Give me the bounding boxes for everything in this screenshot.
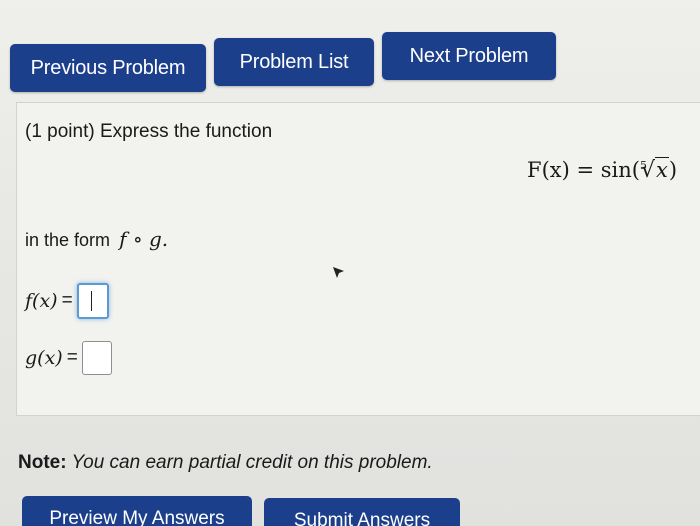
problem-nav: Previous Problem Problem List Next Probl… <box>0 0 700 100</box>
g-answer-input[interactable] <box>81 341 112 375</box>
next-problem-button[interactable]: Next Problem <box>382 32 556 80</box>
preview-answers-button[interactable]: Preview My Answers <box>22 496 252 526</box>
mouse-pointer-icon <box>333 267 344 278</box>
partial-credit-note: Note: You can earn partial credit on thi… <box>18 452 433 474</box>
formula-radicand: x <box>655 157 669 182</box>
f-equals: = <box>61 290 73 311</box>
form-text: in the form <box>25 230 111 250</box>
formula-lhs: F(x) = sin( <box>527 158 640 182</box>
previous-problem-button[interactable]: Previous Problem <box>10 44 206 92</box>
form-instruction: in the form f ∘ g. <box>25 227 168 251</box>
note-text: You can earn partial credit on this prob… <box>66 452 433 473</box>
form-math: f ∘ g. <box>119 227 169 251</box>
text-caret <box>90 291 93 311</box>
f-answer-row: f(x) = <box>25 283 109 319</box>
g-label: g(x) <box>25 347 63 369</box>
f-answer-input[interactable] <box>76 283 109 319</box>
problem-page: Previous Problem Problem List Next Probl… <box>0 0 700 526</box>
problem-prompt: (1 point) Express the function <box>25 121 273 142</box>
submit-answers-button[interactable]: Submit Answers <box>264 498 460 526</box>
radical-icon: √ <box>640 158 655 183</box>
note-label: Note: <box>18 452 67 473</box>
formula-close: ) <box>668 158 678 182</box>
problem-box: (1 point) Express the function F(x) = si… <box>16 102 700 416</box>
problem-list-button[interactable]: Problem List <box>214 38 374 86</box>
f-label: f(x) <box>25 290 58 312</box>
function-formula: F(x) = sin(5√x) <box>527 157 678 183</box>
g-answer-row: g(x) = <box>25 341 112 375</box>
g-equals: = <box>66 347 78 368</box>
